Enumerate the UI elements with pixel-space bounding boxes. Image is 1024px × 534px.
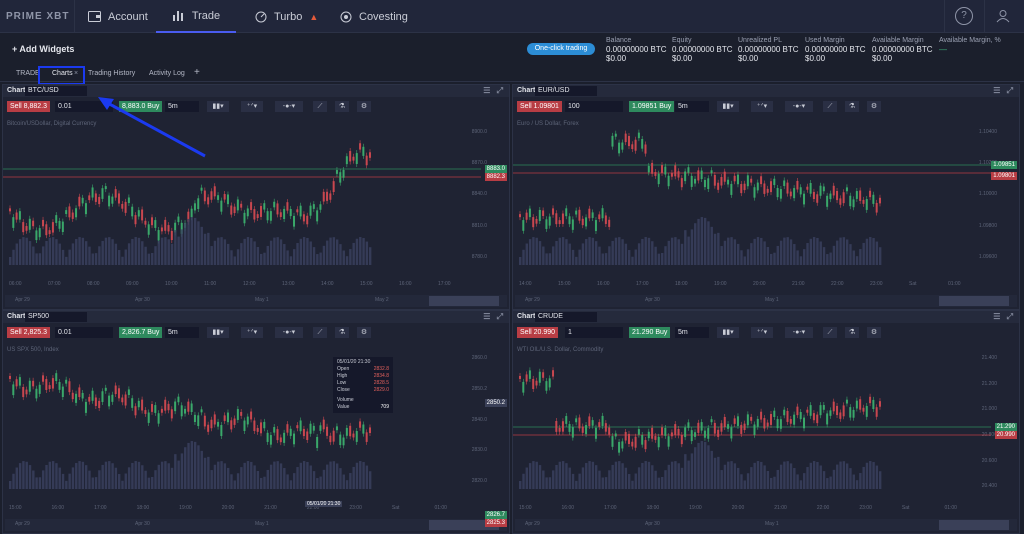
- annotation-arrow: [98, 97, 206, 158]
